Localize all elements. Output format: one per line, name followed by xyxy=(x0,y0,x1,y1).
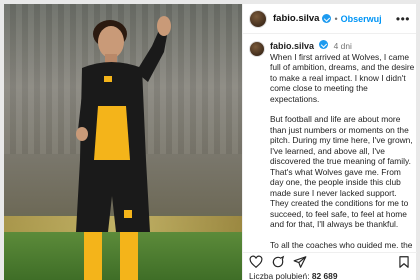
caption-paragraph: When I first arrived at Wolves, I came f… xyxy=(270,51,415,104)
heart-icon[interactable] xyxy=(249,255,263,269)
caption-paragraph: To all the coaches who guided me, the te… xyxy=(270,239,413,249)
follow-button[interactable]: Obserwuj xyxy=(341,14,382,24)
header-separator: • xyxy=(334,13,338,24)
likes-count: 82 689 xyxy=(311,271,338,280)
caption-body: fabio.silva 4 dni When I first arrived a… xyxy=(270,40,415,248)
post-caption: fabio.silva 4 dni When I first arrived a… xyxy=(249,40,415,248)
caption-author-avatar[interactable] xyxy=(249,41,265,57)
post-timestamp[interactable]: 4 dni xyxy=(334,41,352,51)
post-header: fabio.silva • Obserwuj ••• xyxy=(243,4,416,34)
instagram-post-window: fabio.silva • Obserwuj ••• fabio.silva 4… xyxy=(0,0,420,280)
more-options-icon[interactable]: ••• xyxy=(396,12,410,26)
share-icon[interactable] xyxy=(293,255,307,269)
post-side-panel: fabio.silva • Obserwuj ••• fabio.silva 4… xyxy=(242,4,417,280)
caption-header: fabio.silva 4 dni xyxy=(270,40,415,52)
bookmark-icon[interactable] xyxy=(397,255,411,269)
post-photo[interactable] xyxy=(4,4,242,280)
post-actions-bar xyxy=(243,252,417,270)
verified-badge-icon xyxy=(322,14,332,23)
verified-badge-icon xyxy=(319,40,329,49)
caption-paragraph: But football and life are about more tha… xyxy=(270,114,413,229)
author-avatar[interactable] xyxy=(249,9,267,28)
caption-username[interactable]: fabio.silva xyxy=(270,41,314,51)
player-figure xyxy=(76,16,171,280)
author-username[interactable]: fabio.silva xyxy=(273,13,319,24)
likes-counter[interactable]: Liczba polubień: 82 689 xyxy=(249,271,337,280)
likes-label: Liczba polubień: xyxy=(249,271,310,280)
comment-icon[interactable] xyxy=(271,255,285,269)
